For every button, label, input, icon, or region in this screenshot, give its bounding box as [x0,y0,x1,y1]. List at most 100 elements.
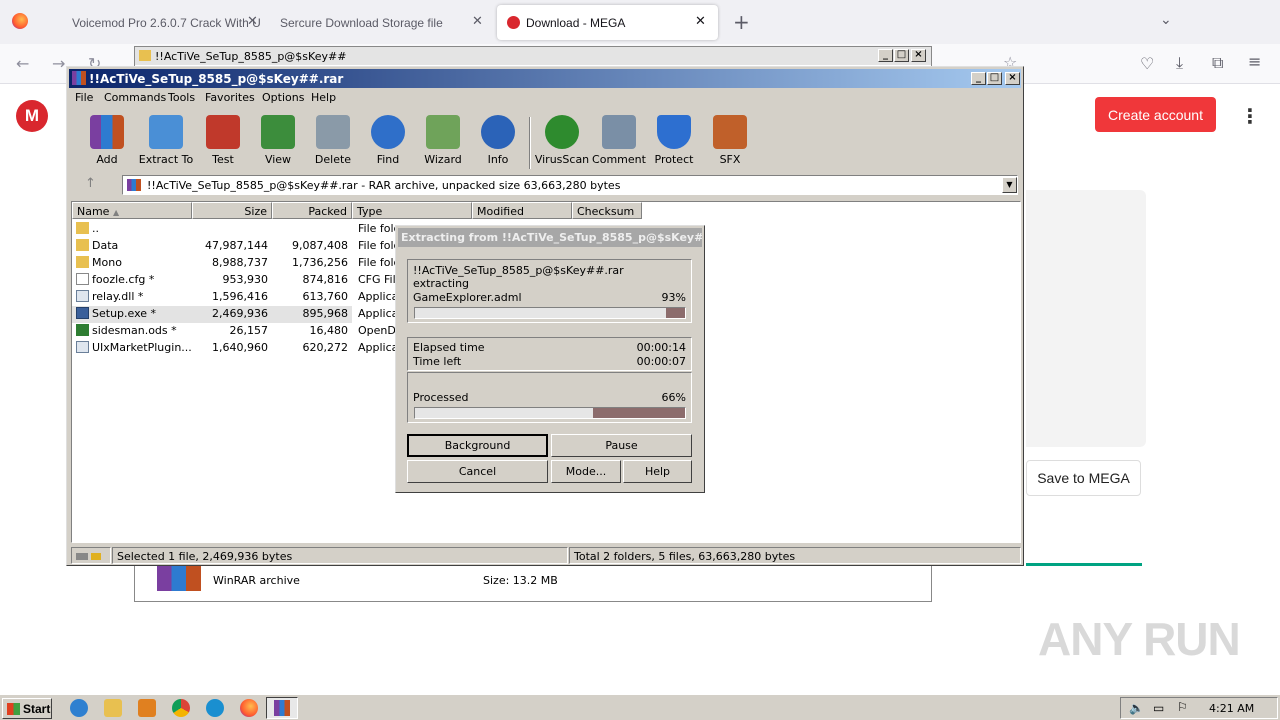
close-button[interactable]: × [911,49,926,62]
file-name: Data [92,239,119,252]
menu-help[interactable]: Help [311,91,336,104]
media-player-icon[interactable] [138,699,156,717]
toolbar-wizard-button[interactable]: Wizard [415,115,471,166]
close-button[interactable]: × [1005,72,1020,85]
menu-tools[interactable]: Tools [168,91,195,104]
firefox-icon[interactable] [12,13,28,29]
column-modified[interactable]: Modified [472,202,572,219]
pocket-icon[interactable]: ♡ [1140,54,1154,73]
row-name-cell: relay.dll * [72,290,192,303]
processed-label: Processed [413,391,469,404]
explorer-folder-icon[interactable] [104,699,122,717]
close-tab-icon[interactable]: ✕ [472,14,483,29]
tab-label: Voicemod Pro 2.6.0.7 Crack With U [72,15,260,30]
toolbar-extract-to-button[interactable]: Extract To [137,115,195,166]
anyrun-watermark: ANY RUN [1038,613,1241,665]
tab-sercure[interactable]: Sercure Download Storage file [262,5,492,40]
edge-icon[interactable] [206,699,224,717]
toolbar-label: Comment [592,153,646,166]
row-name-cell: Data [72,239,192,252]
more-options-icon[interactable]: ⋮ [1240,104,1260,128]
magnifier-icon [371,115,405,149]
chrome-icon[interactable] [172,699,190,717]
toolbar-label: Add [96,153,118,166]
sfx-box-icon [713,115,747,149]
minimize-button[interactable]: _ [878,49,893,62]
tab-label: Download - MEGA [526,15,626,30]
toolbar-protect-button[interactable]: Protect [646,115,702,166]
column-name[interactable]: Name ▲ [72,202,192,219]
toolbar-find-button[interactable]: Find [360,115,416,166]
downloads-icon[interactable]: ⤓ [1176,53,1183,73]
extensions-icon[interactable]: ⧉ [1212,53,1223,73]
toolbar-sfx-button[interactable]: SFX [702,115,758,166]
mega-logo[interactable]: M [16,100,48,132]
archive-name: !!AcTiVe_SeTup_8585_p@$sKey##.rar [413,264,624,277]
minimize-button[interactable]: _ [971,72,986,85]
volume-icon[interactable]: 🔈 [1129,701,1144,715]
network-icon[interactable]: ▭ [1153,701,1164,715]
forward-arrow-icon[interactable]: → [52,54,65,73]
column-packed[interactable]: Packed [272,202,352,219]
time-group: Elapsed time 00:00:14 Time left 00:00:07 [407,337,692,371]
flag-icon[interactable]: ⚐ [1177,700,1188,714]
toolbar-virusscan-button[interactable]: VirusScan [534,115,590,166]
key-icon [91,553,101,560]
dropdown-arrow-icon[interactable]: ▼ [1002,177,1017,193]
up-folder-arrow-icon[interactable]: ↑ [85,176,96,191]
tab-mega[interactable]: Download - MEGA [497,5,718,40]
cancel-button[interactable]: Cancel [407,460,548,483]
winrar-books-icon [90,115,124,149]
help-button[interactable]: Help [623,460,692,483]
file-type: Applicat [358,290,398,303]
close-tab-icon[interactable]: ✕ [247,14,258,29]
clock: 4:21 AM [1209,702,1255,715]
start-button[interactable]: Start [2,698,52,719]
extract-file-group: !!AcTiVe_SeTup_8585_p@$sKey##.rar extrac… [407,259,692,323]
menu-file[interactable]: File [75,91,93,104]
back-arrow-icon[interactable]: ← [16,54,29,73]
processed-group: Processed 66% [407,372,692,423]
toolbar-view-button[interactable]: View [250,115,306,166]
status-drive-pane [71,547,111,564]
menu-icon[interactable]: ≡ [1248,52,1261,71]
toolbar-test-button[interactable]: Test [195,115,251,166]
ie-icon[interactable] [70,699,88,717]
save-to-mega-button[interactable]: Save to MEGA [1026,460,1141,496]
pause-button[interactable]: Pause [551,434,692,457]
tab-voicemod[interactable]: Voicemod Pro 2.6.0.7 Crack With U [46,5,260,40]
comment-icon [602,115,636,149]
toolbar-info-button[interactable]: Info [470,115,526,166]
file-size-label: Size: 13.2 MB [483,574,558,587]
background-button[interactable]: Background [407,434,548,457]
maximize-button[interactable]: □ [894,49,909,62]
mode-button[interactable]: Mode... [551,460,621,483]
toolbar-add-button[interactable]: Add [79,115,135,166]
maximize-button[interactable]: □ [987,72,1002,85]
menu-commands[interactable]: Commands [104,91,166,104]
file-size: 8,988,737 [212,256,268,269]
toolbar-label: Protect [654,153,694,166]
close-tab-icon[interactable]: ✕ [695,14,706,29]
menu-options[interactable]: Options [262,91,304,104]
create-account-button[interactable]: Create account [1095,97,1216,132]
file-preview-panel [1026,190,1146,447]
file-size: 1,640,960 [212,341,268,354]
clipboard-check-icon [206,115,240,149]
processed-percent: 66% [661,391,686,404]
column-size[interactable]: Size [192,202,272,219]
archive-path-bar[interactable]: !!AcTiVe_SeTup_8585_p@$sKey##.rar - RAR … [122,175,1018,195]
list-tabs-icon[interactable]: ⌄ [1160,12,1172,28]
toolbar-comment-button[interactable]: Comment [591,115,647,166]
folder-extract-icon [149,115,183,149]
toolbar-delete-button[interactable]: Delete [305,115,361,166]
new-tab-button[interactable]: + [733,10,750,34]
menu-favorites[interactable]: Favorites [205,91,255,104]
column-checksum[interactable]: Checksum [572,202,642,219]
column-type[interactable]: Type [352,202,472,219]
firefox-icon[interactable] [240,699,258,717]
toolbar-label: View [264,153,292,166]
info-icon [481,115,515,149]
winrar-taskbar-button[interactable] [266,697,298,719]
rar-archive-icon [127,179,141,191]
